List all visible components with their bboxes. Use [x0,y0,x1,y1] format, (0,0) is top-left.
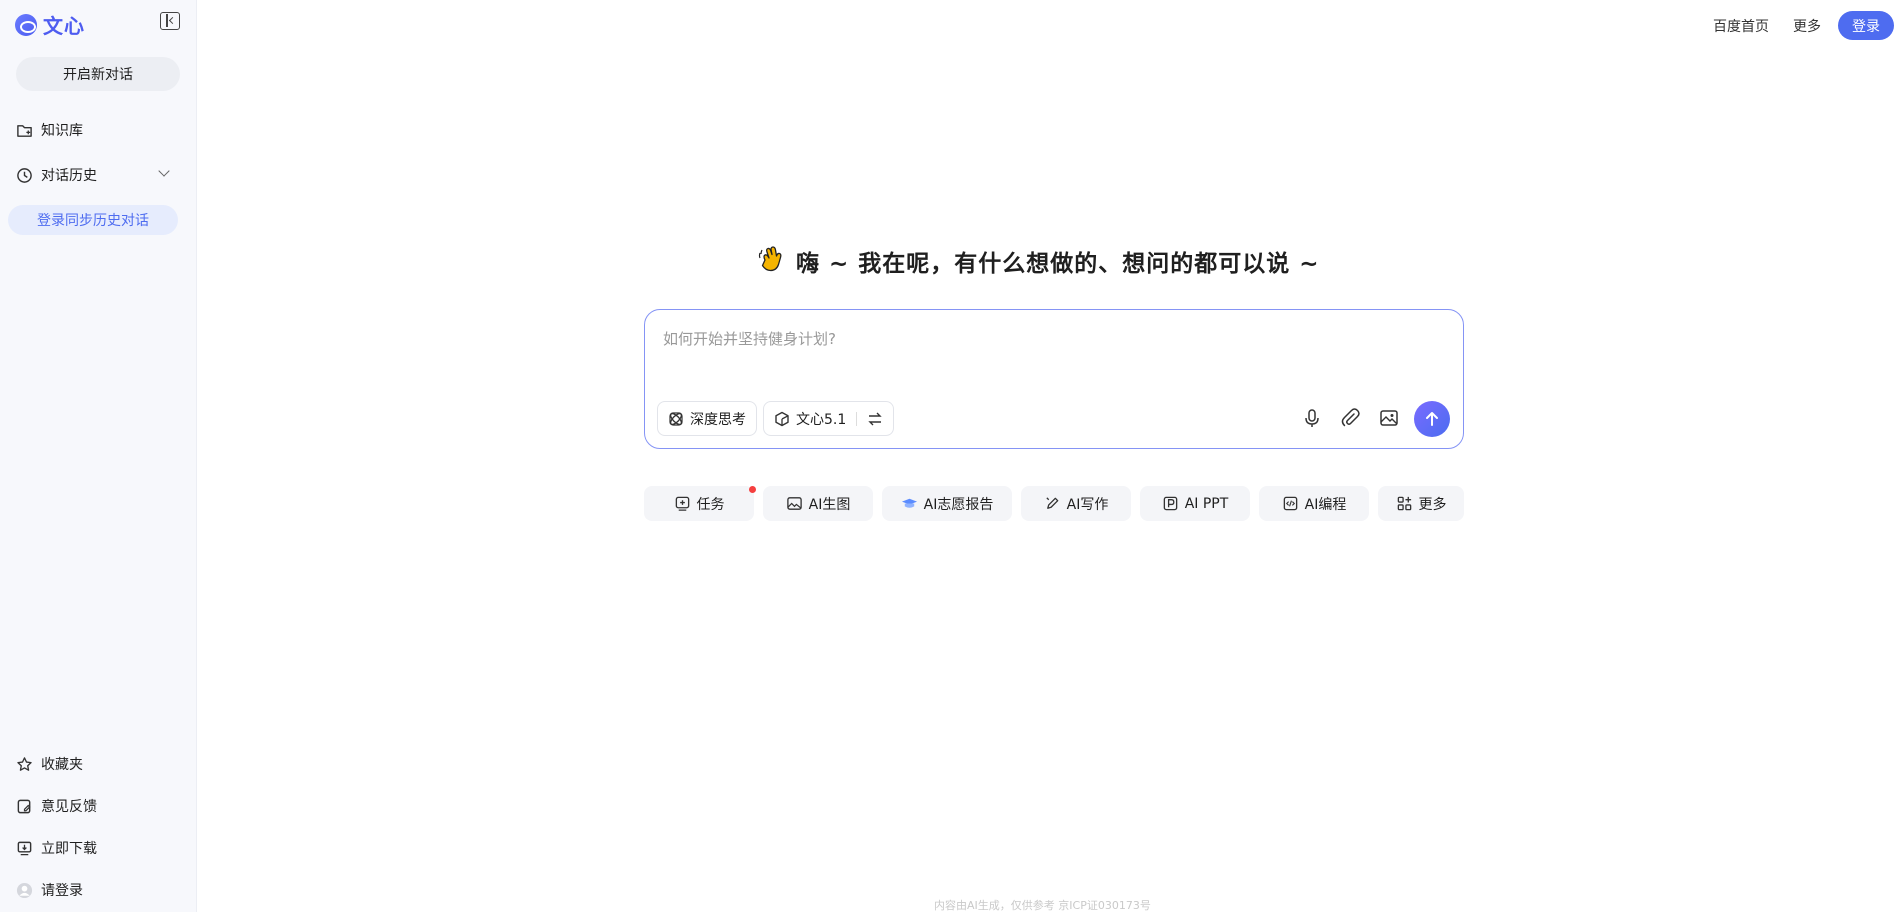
feedback-icon [17,799,31,813]
graduation-cap-icon [901,498,917,508]
quick-action-label: AI生图 [808,496,851,513]
notification-dot [749,486,756,493]
footer-disclaimer: 内容由AI生成，仅供参考 京ICP证030173号 [934,899,1151,912]
sidebar-item-label: 请登录 [41,883,83,899]
switch-icon[interactable] [867,411,883,427]
clock-icon [17,167,32,183]
star-icon [17,756,32,771]
waving-hand-icon [758,246,782,272]
chevron-down-icon[interactable] [158,165,170,177]
login-sync-history-button[interactable]: 登录同步历史对话 [8,205,178,235]
sidebar-item-login[interactable]: 请登录 [16,880,83,900]
wenxin-logo-icon [15,13,37,36]
microphone-icon[interactable] [1301,407,1323,429]
sidebar: 文心 开启新对话 知识库 对话历史 登录同步历史对话 收藏夹 意见反馈 立即下载… [0,0,197,912]
quick-action-label: 任务 [696,496,725,513]
send-button[interactable] [1414,401,1450,437]
greeting: 嗨 ~ 我在呢，有什么想做的、想问的都可以说 ~ [756,244,1320,278]
apps-grid-icon [1397,496,1411,511]
greeting-text: 嗨 ~ 我在呢，有什么想做的、想问的都可以说 ~ [796,251,1320,277]
chat-input[interactable] [663,324,1443,354]
sidebar-item-label: 意见反馈 [41,799,97,815]
download-icon [17,841,32,855]
quick-action-label: AI写作 [1066,496,1109,513]
sidebar-item-label: 收藏夹 [41,757,83,773]
arrow-up-icon [1426,412,1438,426]
atom-icon [669,411,683,426]
code-icon [1283,496,1297,511]
quick-action-ai-coding[interactable]: AI编程 [1259,486,1369,521]
quick-action-more[interactable]: 更多 [1378,486,1464,521]
quick-action-label: AI编程 [1304,496,1347,513]
divider [856,411,858,426]
image-upload-icon[interactable] [1378,407,1400,429]
sidebar-item-history[interactable]: 对话历史 [16,165,97,185]
pen-icon [1046,497,1058,509]
baidu-home-link[interactable]: 百度首页 [1713,16,1769,36]
quick-action-ai-ppt[interactable]: AI PPT [1140,486,1250,521]
model-name: 文心5.1 [796,411,847,428]
folder-icon [17,124,32,137]
model-selector[interactable]: 文心5.1 [763,401,895,436]
quick-action-ai-report[interactable]: AI志愿报告 [882,486,1012,521]
sidebar-item-download[interactable]: 立即下载 [16,838,97,858]
deep-think-button[interactable]: 深度思考 [657,401,757,436]
chat-input-box: 深度思考 文心5.1 [644,309,1464,449]
avatar-icon [16,882,33,898]
deep-think-label: 深度思考 [690,411,746,428]
quick-action-task[interactable]: 任务 [644,486,756,521]
sidebar-item-label: 立即下载 [41,841,97,857]
quick-action-label: AI志愿报告 [923,496,994,513]
quick-action-ai-writing[interactable]: AI写作 [1021,486,1131,521]
logo[interactable]: 文心 [15,10,85,39]
attachment-icon[interactable] [1339,407,1361,429]
sidebar-item-knowledge[interactable]: 知识库 [16,120,83,140]
quick-action-label: AI PPT [1184,495,1229,512]
image-icon [786,497,802,510]
presentation-icon [1163,496,1178,511]
sidebar-item-label: 对话历史 [41,168,97,184]
sidebar-item-label: 知识库 [41,123,83,139]
more-link[interactable]: 更多 [1793,16,1821,36]
sidebar-item-feedback[interactable]: 意见反馈 [16,796,97,816]
cube-icon [775,411,789,426]
quick-action-label: 更多 [1418,496,1447,513]
login-button[interactable]: 登录 [1838,11,1894,40]
logo-text: 文心 [43,14,85,38]
task-icon [675,496,689,511]
collapse-sidebar-icon[interactable] [160,12,180,30]
quick-action-ai-image[interactable]: AI生图 [763,486,873,521]
new-chat-button[interactable]: 开启新对话 [16,57,180,91]
sidebar-item-favorites[interactable]: 收藏夹 [16,754,83,774]
